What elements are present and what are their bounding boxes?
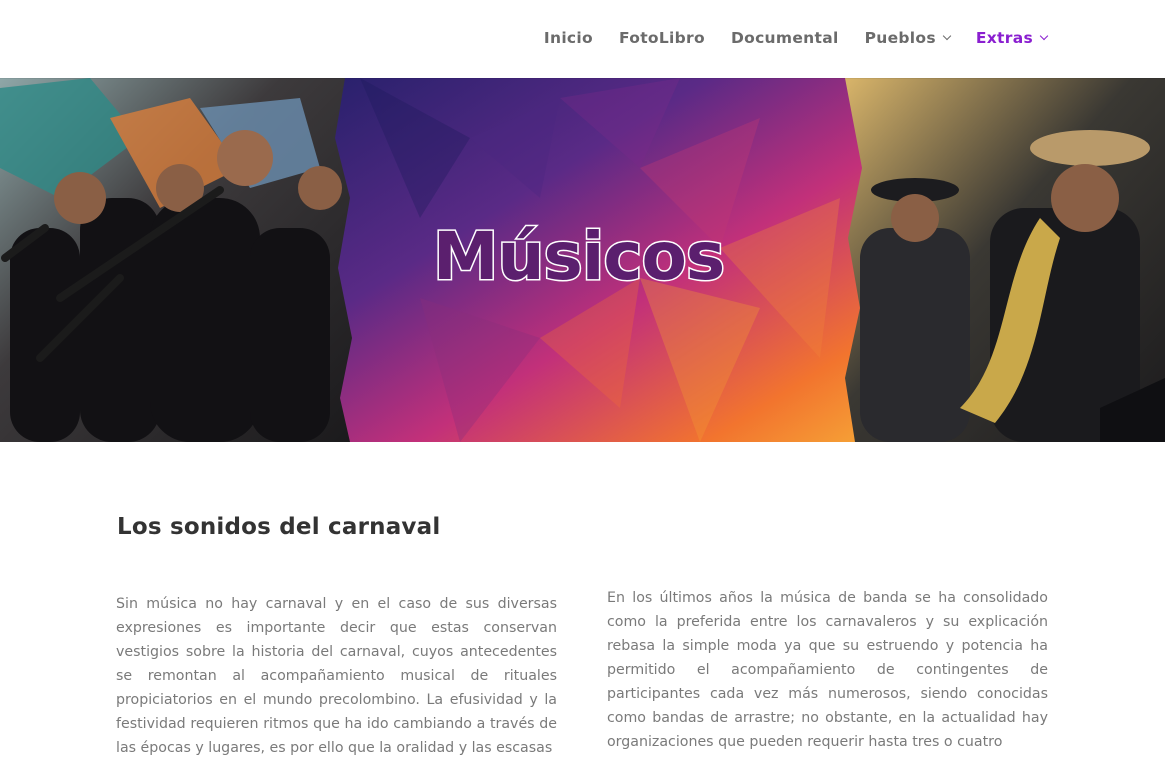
nav-item-label: Pueblos (864, 29, 936, 47)
nav-item-pueblos[interactable]: Pueblos (864, 29, 952, 47)
main-nav: Inicio FotoLibro Documental Pueblos Extr… (518, 29, 1049, 47)
site-header: Inicio FotoLibro Documental Pueblos Extr… (0, 0, 1165, 78)
nav-item-documental[interactable]: Documental (731, 29, 839, 47)
nav-item-label: Documental (730, 29, 839, 47)
nav-item-inicio[interactable]: Inicio (544, 29, 593, 47)
nav-item-label: Extras (975, 29, 1033, 47)
chevron-down-icon (1039, 31, 1049, 41)
paragraph-right: En los últimos años la música de banda s… (607, 590, 1048, 750)
nav-item-fotolibro[interactable]: FotoLibro (619, 29, 705, 47)
nav-item-label: FotoLibro (619, 29, 705, 47)
section-title: Los sonidos del carnaval (117, 514, 441, 540)
nav-item-extras[interactable]: Extras (975, 29, 1049, 47)
paragraph-left: Sin música no hay carnaval y en el caso … (116, 596, 557, 756)
chevron-down-icon (942, 31, 952, 41)
nav-item-label: Inicio (543, 29, 593, 47)
hero-banner: Músicos (0, 78, 1165, 442)
hero-title: Músicos (431, 217, 726, 297)
